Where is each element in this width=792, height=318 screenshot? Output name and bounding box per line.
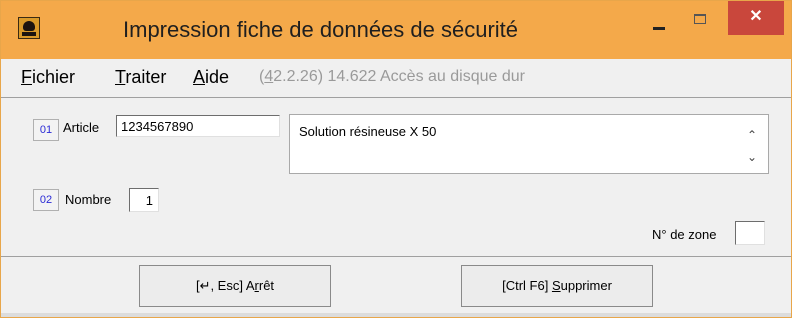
- skull-shape: [23, 21, 35, 31]
- delete-button-mnemonic: S: [551, 278, 561, 293]
- maximize-button[interactable]: [683, 10, 719, 34]
- delete-button-suffix: upprimer: [560, 278, 612, 293]
- menu-bar: Fichier Traiter Aide (42.2.26) 14.622 Ac…: [1, 59, 791, 97]
- nombre-label: Nombre: [65, 192, 112, 207]
- zone-label: N° de zone: [652, 227, 717, 242]
- status-mnemonic: 4: [264, 68, 274, 85]
- menu-aide-label: ide: [205, 67, 230, 87]
- menu-separator: [1, 97, 791, 98]
- maximize-icon: [694, 14, 706, 24]
- menu-fichier[interactable]: Fichier: [21, 67, 75, 88]
- scroll-down-icon[interactable]: ⌄: [742, 149, 762, 165]
- menu-aide-mnemonic: A: [193, 67, 206, 87]
- status-rest: 2.2.26) 14.622 Accès au disque dur: [273, 68, 525, 85]
- bottom-edge: [1, 313, 791, 317]
- button-area-divider: [1, 256, 791, 257]
- article-description-box[interactable]: Solution résineuse X 50 ⌃ ⌄: [289, 114, 769, 174]
- close-button[interactable]: ✕: [728, 1, 784, 35]
- menu-aide[interactable]: Aide: [193, 67, 229, 88]
- skull-crossbones-icon[interactable]: [18, 17, 40, 39]
- delete-button[interactable]: [Ctrl F6] Supprimer: [461, 265, 653, 307]
- minimize-icon: [653, 27, 665, 30]
- article-number-button[interactable]: 01: [33, 119, 59, 141]
- window-title: Impression fiche de données de sécurité: [123, 17, 519, 42]
- menu-traiter[interactable]: Traiter: [115, 67, 166, 88]
- article-input[interactable]: 1234567890: [116, 115, 280, 137]
- close-icon: ✕: [749, 8, 763, 25]
- minimize-button[interactable]: [641, 18, 679, 38]
- stop-button-prefix: [↵, Esc] A: [195, 278, 255, 293]
- menu-fichier-label: ichier: [32, 67, 76, 87]
- window: Impression fiche de données de sécurité …: [0, 0, 792, 318]
- stop-button[interactable]: [↵, Esc] Arrêt: [139, 265, 331, 307]
- zone-input[interactable]: [735, 221, 765, 245]
- article-label: Article: [63, 120, 100, 135]
- menu-status-text: (42.2.26) 14.622 Accès au disque dur: [259, 68, 525, 86]
- menu-traiter-mnemonic: T: [115, 67, 126, 87]
- scroll-up-icon[interactable]: ⌃: [742, 127, 762, 143]
- stop-button-suffix: rêt: [258, 278, 275, 293]
- nombre-input[interactable]: 1: [129, 188, 159, 212]
- menu-traiter-label: raiter: [125, 67, 167, 87]
- article-description: Solution résineuse X 50: [299, 124, 437, 139]
- bones-shape: [22, 32, 36, 36]
- nombre-number-button[interactable]: 02: [33, 189, 59, 211]
- title-bar: Impression fiche de données de sécurité …: [1, 1, 791, 59]
- delete-button-prefix: [Ctrl F6]: [502, 278, 552, 293]
- menu-fichier-mnemonic: F: [21, 67, 32, 87]
